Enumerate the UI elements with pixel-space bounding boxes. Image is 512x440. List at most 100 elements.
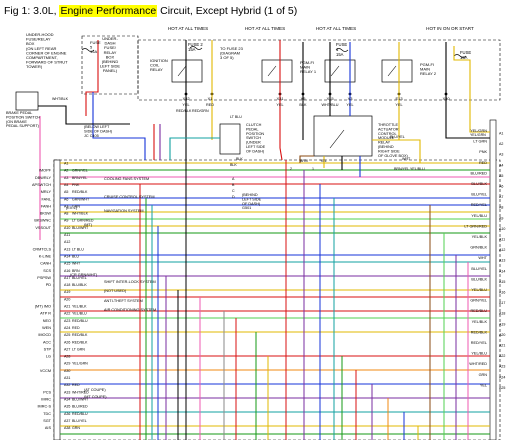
ecm-right-pin: A7 (499, 195, 503, 199)
underhood-fuse-box-label: TOWER) (26, 64, 43, 69)
system-label: (MT) (84, 223, 93, 227)
under-dash-fuse-box-label: PANEL) (103, 68, 118, 73)
clutch-switch-label: SWITCH (246, 136, 261, 140)
ecm-right-pin: A24 (499, 375, 505, 379)
ground-label: LEFT SIDE (242, 197, 262, 201)
ecm-right-pin: A21 (499, 344, 505, 348)
misc-label: WHT (402, 157, 411, 161)
ecm-left-pin: A3 (64, 176, 68, 180)
system-label: COOLING FANS SYSTEM (104, 177, 149, 181)
system-label: (AT COUPE) (84, 388, 106, 392)
ecm-left-signal: ATP R (40, 312, 51, 316)
misc-label: LT BLU (230, 115, 242, 119)
connector-pin-label: X30 (442, 96, 450, 101)
title-prefix: Fig 1: 3.0L, (4, 5, 60, 17)
hot-label: HOT IN ON OR START (426, 26, 474, 31)
brake-switch-label: POSITION SWITCH (6, 115, 40, 119)
system-label: SHIFT INTER-LOCK SYSTEM (104, 280, 156, 284)
hot-label: HOT AT ALL TIMES (245, 26, 285, 31)
system-label: (MT COUPE) (84, 395, 107, 399)
ecm-left-signal: WEN (42, 326, 51, 330)
ecm-right-pin: A25 (499, 386, 505, 390)
ecm-right-pin: A1 (499, 132, 503, 136)
fuse-1-label: 15A (336, 52, 344, 57)
connector-wire-label: RED (206, 103, 214, 107)
ecm-left-pin: A11 (64, 233, 70, 237)
ecm-right-pin: A6 (499, 185, 503, 189)
ecm-left-pin: A36 (64, 412, 70, 416)
misc-label: WHT/BLK (52, 97, 69, 101)
ecm-left-pin: A29 (64, 362, 70, 366)
misc-label: YEL (320, 159, 327, 163)
clutch-switch-label: (UNDER (246, 141, 261, 145)
ecm-connector-left (53, 159, 61, 440)
misc-label: YEL/BLU (410, 167, 425, 171)
ecm-left-signal: ACC (43, 340, 51, 344)
throttle-relay-label: ACTUATOR (378, 127, 399, 131)
title-highlight: Engine Performance (59, 5, 158, 17)
misc-label: BLK (236, 157, 243, 161)
ecm-left-signal: FANL (42, 197, 52, 201)
ecm-left-wire: WHT/BLK (72, 212, 89, 216)
wire-yellow-e13 (398, 42, 410, 141)
brake-switch-label: (ON BRAKE (6, 120, 27, 124)
ecm-left-wire: BLU (72, 254, 79, 258)
ecm-left-wire: YEL/BLU (72, 312, 87, 316)
clutch-switch-label: POSITION (246, 132, 264, 136)
ecm-left-signal: FANH (41, 204, 51, 208)
connector-wire-label: YEL (395, 103, 402, 107)
ecm-left-signal: IMRC-S (38, 405, 52, 409)
ecm-left-signal: IMRC (41, 397, 51, 401)
ecm-right-pin: A17 (499, 301, 505, 305)
ecm-right-wire: YEL/BLU (471, 352, 487, 356)
misc-label: C (232, 189, 235, 193)
ecm-left-pin: A6 (64, 197, 68, 201)
throttle-relay-contact (329, 129, 345, 149)
ecm-left-wire: BLU/YEL (72, 419, 87, 423)
wire-black-x30 (445, 42, 490, 139)
ecm-left-pin: A9 (64, 219, 68, 223)
diagram-frame (15, 35, 501, 440)
misc-label: A (232, 177, 235, 181)
clutch-switch-label: LEFT SIDE (246, 145, 266, 149)
ecm-right-pin: A14 (499, 269, 505, 273)
ecm-left-signal: VCCM (40, 369, 51, 373)
ecm-left-pin: A28 (64, 355, 70, 359)
ecm-right-pin: A8 (499, 206, 503, 210)
relay-box (381, 59, 413, 83)
ecm-right-pin: A5 (499, 174, 503, 178)
ecm-left-pin: A18 (64, 283, 70, 287)
ecm-right-wire: BLU/YEL (471, 193, 487, 197)
ecm-left-signal: PSPSW (37, 276, 51, 280)
ecm-left-wire: RED/BLK (72, 333, 88, 337)
connector-pin-label: X32 (182, 96, 190, 101)
below-dash-label: JC C405 (84, 134, 99, 138)
pgm-fi-relay-2-label: RELAY 2 (420, 71, 437, 76)
misc-label: BRN/YEL (394, 167, 409, 171)
ecm-left-wire: BLU/BLK (72, 283, 87, 287)
throttle-relay-label: THROTTLE (378, 123, 399, 127)
figure-title: Fig 1: 3.0L, Engine Performance Circuit,… (4, 2, 508, 20)
ecm-left-signal: LG (46, 355, 51, 359)
ecm-left-pin: A4 (64, 183, 68, 187)
connector-wire-label: WHT/BLU (321, 103, 338, 107)
ecm-left-signal: AIS (45, 426, 52, 430)
misc-label: 1 (312, 167, 314, 171)
ecm-right-wire: YEL/BLU (471, 288, 487, 292)
ecm-left-pin: A19 (64, 290, 70, 294)
ecm-left-signal: BKSWNC (34, 219, 51, 223)
ecm-right-pin: A9 (499, 216, 503, 220)
ecm-left-wire: RED (72, 383, 80, 387)
ecm-left-signal: IMOPF (39, 169, 52, 173)
connector-pin-label: X1 (208, 96, 214, 101)
misc-label: 2 (290, 167, 292, 171)
ground-label: G501 (242, 206, 251, 210)
connector-wire-label: BLK (299, 103, 307, 107)
ecm-left-signal: (MT) IMO (35, 305, 51, 309)
relay-box (171, 59, 203, 83)
ecm-left-pin: A15 (64, 262, 70, 266)
relay-box (261, 59, 293, 83)
ecm-left-wire: RED/BLK (72, 340, 88, 344)
pgm-fi-relay-1-label: RELAY 1 (300, 69, 317, 74)
ecm-left-pin: A30 (64, 369, 70, 373)
